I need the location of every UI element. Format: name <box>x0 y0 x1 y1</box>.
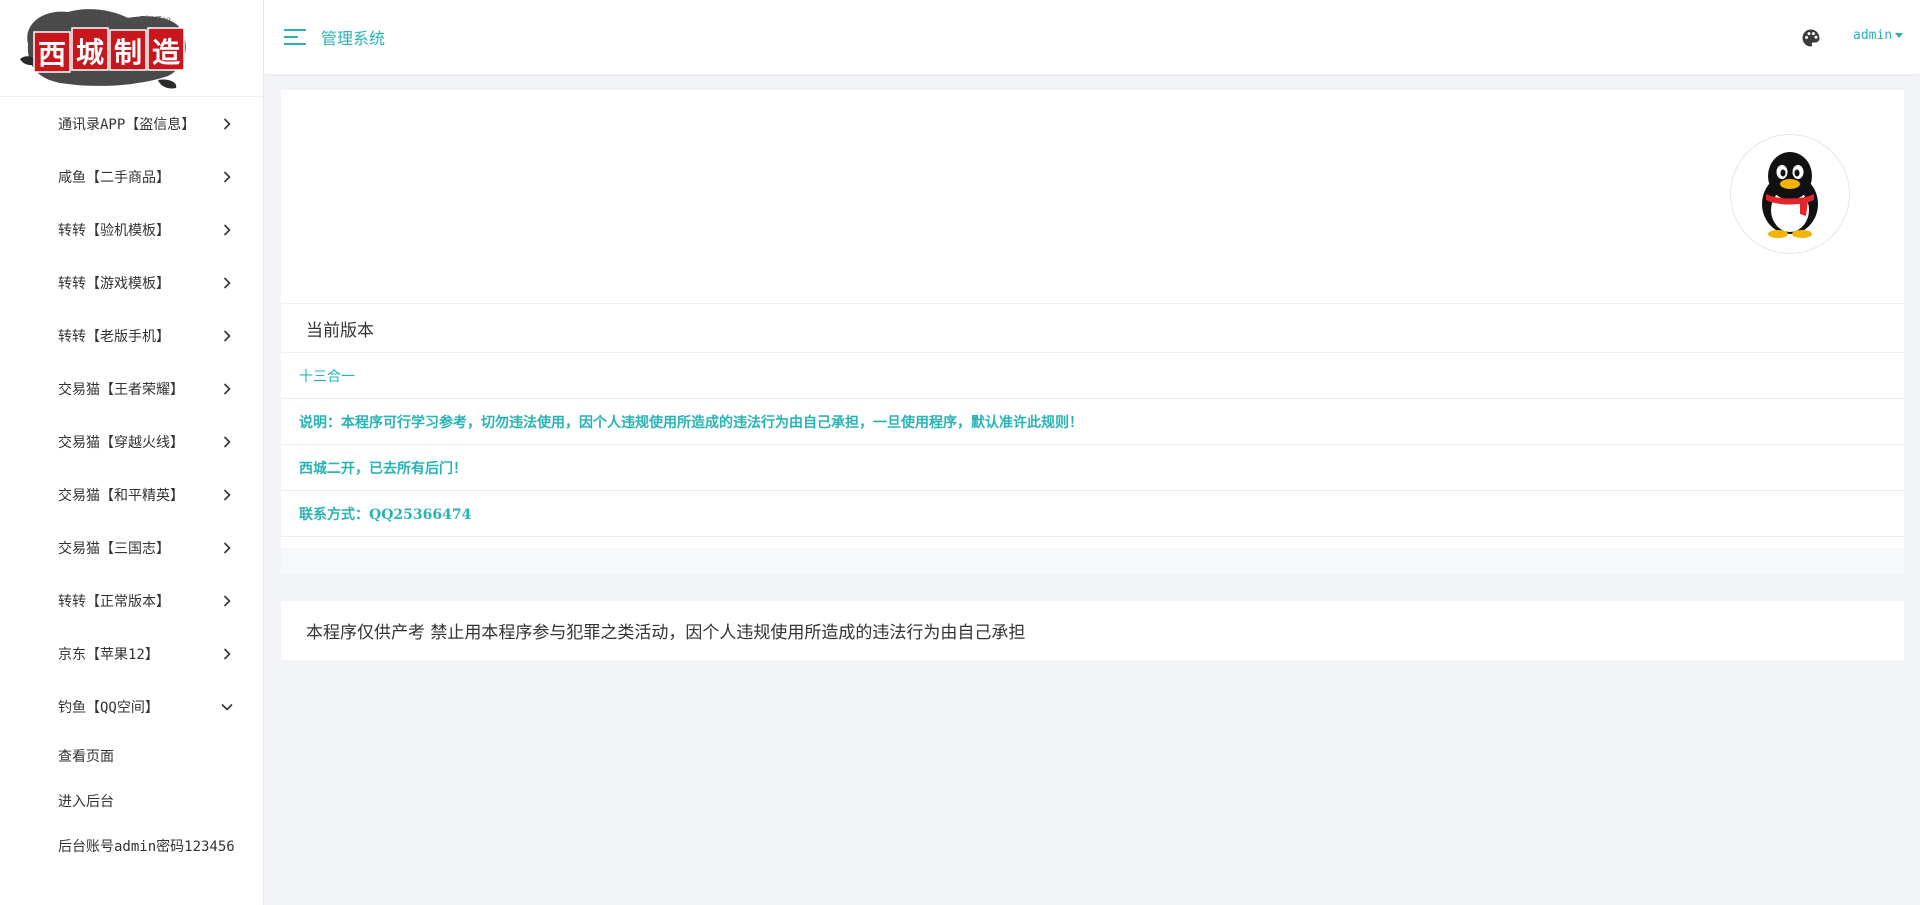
menu-toggle-icon[interactable] <box>284 28 306 46</box>
caret-down-icon <box>1895 33 1904 38</box>
sidebar-item-label: 钓鱼【QQ空间】 <box>58 699 159 716</box>
version-title: 当前版本 <box>281 303 1904 353</box>
logo: 西 城 制 造 Xi Cheng Zhi Zao <box>18 4 192 90</box>
list-item: 联系方式：QQ25366474 <box>281 491 1904 537</box>
sidebar-item-xianyu[interactable]: 咸鱼【二手商品】 <box>0 150 263 203</box>
list-item: 十三合一 <box>281 353 1904 399</box>
sidebar-item-label: 转转【验机模板】 <box>58 222 170 239</box>
chevron-right-icon <box>220 117 234 131</box>
chevron-right-icon <box>220 223 234 237</box>
sidebar-item-zhuanzhuan-normal[interactable]: 转转【正常版本】 <box>0 574 263 627</box>
sidebar-item-contacts-app[interactable]: 通讯录APP【盗信息】 <box>0 97 263 150</box>
sidebar-item-label: 通讯录APP【盗信息】 <box>58 116 196 133</box>
chevron-right-icon <box>220 329 234 343</box>
svg-text:Xi Cheng Zhi Zao: Xi Cheng Zhi Zao <box>99 15 171 24</box>
notice-card: 本程序仅供产考 禁止用本程序参与犯罪之类活动，因个人违规使用所造成的违法行为由自… <box>281 601 1904 660</box>
sidebar-item-zhuanzhuan-inspection[interactable]: 转转【验机模板】 <box>0 203 263 256</box>
sidebar-item-jiaoyimao-peace-elite[interactable]: 交易猫【和平精英】 <box>0 468 263 521</box>
card-footer <box>281 548 1904 574</box>
sidebar-item-label: 转转【老版手机】 <box>58 328 170 345</box>
chevron-right-icon <box>220 435 234 449</box>
sidebar-item-label: 交易猫【三国志】 <box>58 540 170 557</box>
palette-icon[interactable] <box>1801 28 1821 48</box>
svg-text:制: 制 <box>114 36 142 69</box>
sidebar-item-jd-iphone12[interactable]: 京东【苹果12】 <box>0 627 263 680</box>
sidebar-item-label: 交易猫【和平精英】 <box>58 487 184 504</box>
sidebar-item-zhuanzhuan-old-phone[interactable]: 转转【老版手机】 <box>0 309 263 362</box>
sidebar-item-label: 转转【游戏模板】 <box>58 275 170 292</box>
sidebar-item-label: 交易猫【王者荣耀】 <box>58 381 184 398</box>
sidebar-item-label: 转转【正常版本】 <box>58 593 170 610</box>
chevron-right-icon <box>220 594 234 608</box>
top-header: 管理系统 admin <box>264 0 1920 74</box>
chevron-right-icon <box>220 647 234 661</box>
svg-text:城: 城 <box>76 36 104 69</box>
sidebar-item-phishing-qzone[interactable]: 钓鱼【QQ空间】 <box>0 680 263 733</box>
chevron-right-icon <box>220 276 234 290</box>
qq-penguin-avatar <box>1730 134 1850 254</box>
sidebar-menu: 通讯录APP【盗信息】 咸鱼【二手商品】 转转【验机模板】 转转【游戏模板】 转… <box>0 97 263 868</box>
chevron-right-icon <box>220 382 234 396</box>
chevron-right-icon <box>220 488 234 502</box>
list-item: 说明：本程序可行学习参考，切勿违法使用，因个人违规使用所造成的违法行为由自己承担… <box>281 399 1904 445</box>
version-info-list: 十三合一 说明：本程序可行学习参考，切勿违法使用，因个人违规使用所造成的违法行为… <box>281 353 1904 537</box>
chevron-right-icon <box>220 541 234 555</box>
sidebar-item-label: 京东【苹果12】 <box>58 646 159 663</box>
app-title: 管理系统 <box>321 29 386 48</box>
sidebar: 西 城 制 造 Xi Cheng Zhi Zao 通讯录APP【盗信息】 咸鱼【… <box>0 0 264 905</box>
sidebar-item-jiaoyimao-wangzhe[interactable]: 交易猫【王者荣耀】 <box>0 362 263 415</box>
svg-text:造: 造 <box>152 36 180 69</box>
sidebar-item-label: 交易猫【穿越火线】 <box>58 434 184 451</box>
subitem-enter-admin[interactable]: 进入后台 <box>0 778 263 823</box>
sidebar-item-label: 咸鱼【二手商品】 <box>58 169 170 186</box>
chevron-down-icon <box>220 700 234 714</box>
chevron-right-icon <box>220 170 234 184</box>
svg-text:西: 西 <box>38 38 66 71</box>
sidebar-item-jiaoyimao-sanguozhi[interactable]: 交易猫【三国志】 <box>0 521 263 574</box>
username: admin <box>1853 28 1893 43</box>
subitem-admin-credentials[interactable]: 后台账号admin密码123456 <box>0 823 263 868</box>
card-banner <box>281 90 1904 303</box>
subitem-view-page[interactable]: 查看页面 <box>0 733 263 778</box>
sidebar-item-jiaoyimao-crossfire[interactable]: 交易猫【穿越火线】 <box>0 415 263 468</box>
sidebar-item-zhuanzhuan-game[interactable]: 转转【游戏模板】 <box>0 256 263 309</box>
user-menu[interactable]: admin <box>1853 28 1904 43</box>
version-card: 当前版本 十三合一 说明：本程序可行学习参考，切勿违法使用，因个人违规使用所造成… <box>281 90 1904 574</box>
list-item: 西城二开，已去所有后门！ <box>281 445 1904 491</box>
